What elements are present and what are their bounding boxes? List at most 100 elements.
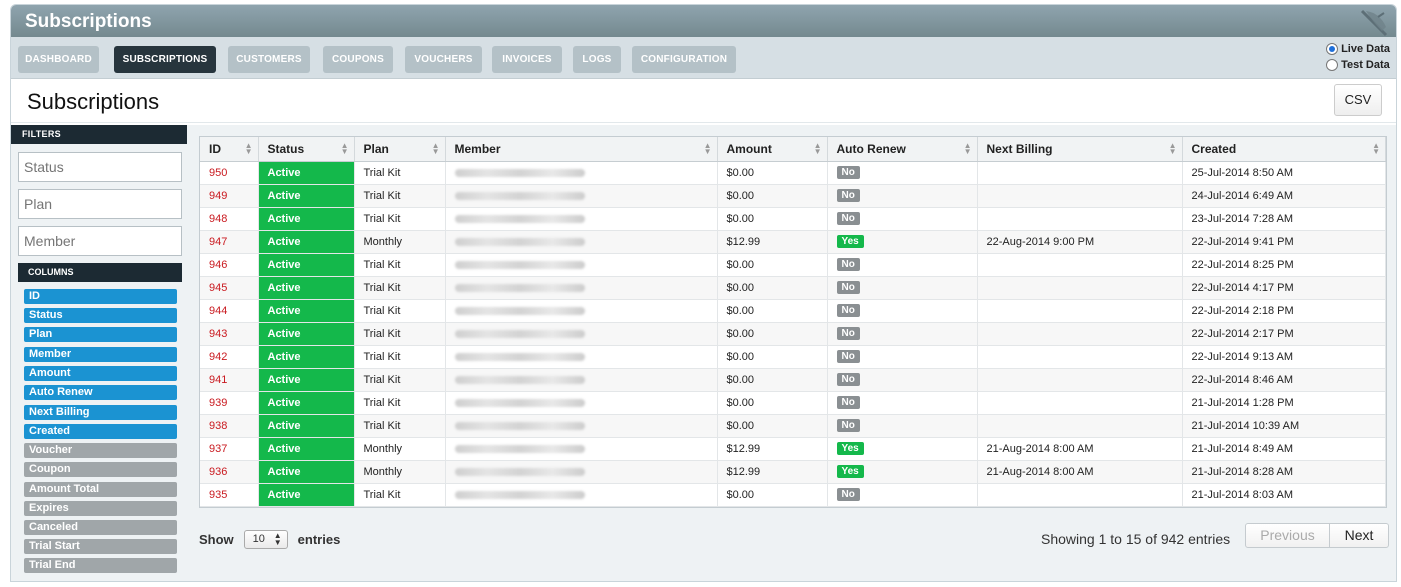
cell-plan: Trial Kit — [354, 414, 446, 438]
cell-id[interactable]: 950 — [200, 161, 259, 185]
table-row[interactable]: 941 Active Trial Kit $0.00 No 22-Jul-2014 8:4… — [200, 368, 1386, 392]
next-page-button[interactable]: Next — [1330, 524, 1388, 547]
cell-status: Active — [258, 276, 355, 300]
auto-renew-badge: No — [836, 373, 860, 386]
cell-id[interactable]: 947 — [200, 230, 259, 254]
cell-id[interactable]: 938 — [200, 414, 259, 438]
live-data-option[interactable]: Live Data — [1326, 41, 1390, 57]
header-status[interactable]: Status ▲ ▼ — [258, 137, 355, 162]
sort-icon: ▲ ▼ — [340, 141, 349, 156]
header-plan[interactable]: Plan ▲ ▼ — [354, 137, 446, 162]
header-next-billing[interactable]: Next Billing ▲ ▼ — [977, 137, 1183, 162]
cell-id[interactable]: 937 — [200, 437, 259, 461]
nav-customers[interactable]: CUSTOMERS — [228, 46, 310, 73]
redacted-email — [454, 306, 585, 315]
cell-amount: $0.00 — [717, 299, 828, 323]
cell-plan: Trial Kit — [354, 391, 446, 415]
page-length-control: Show 10 ▲ ▼ entries — [199, 530, 340, 549]
cell-auto-renew: No — [827, 368, 978, 392]
cell-id[interactable]: 949 — [200, 184, 259, 208]
table-row[interactable]: 945 Active Trial Kit $0.00 No 22-Jul-2014 4:1… — [200, 276, 1386, 300]
table-row[interactable]: 946 Active Trial Kit $0.00 No 22-Jul-2014 8:2… — [200, 253, 1386, 277]
cell-created: 24-Jul-2014 6:49 AM — [1182, 184, 1386, 208]
redacted-email — [454, 421, 585, 430]
column-toggle-trial-start[interactable]: Trial Start — [24, 539, 177, 554]
page-header: Subscriptions CSV — [11, 79, 1396, 123]
column-toggle-amount-total[interactable]: Amount Total — [24, 482, 177, 497]
table-row[interactable]: 944 Active Trial Kit $0.00 No 22-Jul-2014 2:1… — [200, 299, 1386, 323]
table-row[interactable]: 939 Active Trial Kit $0.00 No 21-Jul-2014 1:2… — [200, 391, 1386, 415]
cell-amount: $0.00 — [717, 253, 828, 277]
cell-id[interactable]: 936 — [200, 460, 259, 484]
nav-configuration[interactable]: CONFIGURATION — [632, 46, 736, 73]
table-row[interactable]: 936 Active Monthly $12.99 Yes 21-Aug-2014 8:0… — [200, 460, 1386, 484]
nav-subscriptions[interactable]: SUBSCRIPTIONS — [114, 46, 216, 73]
column-toggle-expires[interactable]: Expires — [24, 501, 177, 516]
cell-amount: $0.00 — [717, 368, 828, 392]
column-toggle-id[interactable]: ID — [24, 289, 177, 304]
select-arrows-icon: ▲ ▼ — [273, 531, 282, 547]
column-toggle-next-billing[interactable]: Next Billing — [24, 405, 177, 420]
nav-vouchers[interactable]: VOUCHERS — [405, 46, 482, 73]
table-row[interactable]: 947 Active Monthly $12.99 Yes 22-Aug-2014 9:0… — [200, 230, 1386, 254]
plan-filter-input[interactable] — [18, 189, 182, 219]
sort-icon: ▲ ▼ — [703, 141, 712, 156]
cell-status: Active — [258, 483, 355, 507]
test-data-option[interactable]: Test Data — [1326, 57, 1390, 73]
cell-member — [445, 460, 718, 484]
nav-coupons[interactable]: COUPONS — [323, 46, 393, 73]
auto-renew-badge: No — [836, 327, 860, 340]
cell-id[interactable]: 942 — [200, 345, 259, 369]
column-toggle-coupon[interactable]: Coupon — [24, 462, 177, 477]
header-created[interactable]: Created ▲ ▼ — [1182, 137, 1386, 162]
header-member[interactable]: Member ▲ ▼ — [445, 137, 718, 162]
cell-amount: $0.00 — [717, 276, 828, 300]
cell-status: Active — [258, 414, 355, 438]
column-toggle-status[interactable]: Status — [24, 308, 177, 323]
table-row[interactable]: 950 Active Trial Kit $0.00 No 25-Jul-2014 8:5… — [200, 161, 1386, 185]
cell-id[interactable]: 944 — [200, 299, 259, 323]
cell-id[interactable]: 939 — [200, 391, 259, 415]
previous-page-button[interactable]: Previous — [1246, 524, 1330, 547]
cell-id[interactable]: 946 — [200, 253, 259, 277]
column-toggle-trial-end[interactable]: Trial End — [24, 558, 177, 573]
cell-id[interactable]: 945 — [200, 276, 259, 300]
column-toggle-plan[interactable]: Plan — [24, 327, 177, 342]
cell-amount: $0.00 — [717, 207, 828, 231]
cell-id[interactable]: 948 — [200, 207, 259, 231]
column-toggle-voucher[interactable]: Voucher — [24, 443, 177, 458]
table-row[interactable]: 935 Active Trial Kit $0.00 No 21-Jul-2014 8:0… — [200, 483, 1386, 507]
entries-per-page-select[interactable]: 10 ▲ ▼ — [243, 530, 288, 549]
column-toggle-created[interactable]: Created — [24, 424, 177, 439]
column-toggle-member[interactable]: Member — [24, 347, 177, 362]
table-row[interactable]: 949 Active Trial Kit $0.00 No 24-Jul-2014 6:4… — [200, 184, 1386, 208]
test-data-radio[interactable] — [1326, 59, 1339, 71]
table-row[interactable]: 942 Active Trial Kit $0.00 No 22-Jul-2014 9:1… — [200, 345, 1386, 369]
header-auto-renew[interactable]: Auto Renew ▲ ▼ — [827, 137, 978, 162]
column-toggle-canceled[interactable]: Canceled — [24, 520, 177, 535]
table-body: 950 Active Trial Kit $0.00 No 25-Jul-2014 8:5… — [200, 161, 1386, 507]
member-filter-input[interactable] — [18, 226, 182, 256]
table-row[interactable]: 937 Active Monthly $12.99 Yes 21-Aug-2014 8:0… — [200, 437, 1386, 461]
nav-invoices[interactable]: INVOICES — [492, 46, 562, 73]
header-amount[interactable]: Amount ▲ ▼ — [717, 137, 828, 162]
cell-auto-renew: Yes — [827, 230, 978, 254]
live-data-radio[interactable] — [1326, 43, 1339, 55]
cell-id[interactable]: 941 — [200, 368, 259, 392]
table-row[interactable]: 938 Active Trial Kit $0.00 No 21-Jul-2014 10:… — [200, 414, 1386, 438]
main-nav: DASHBOARD SUBSCRIPTIONS CUSTOMERS COUPON… — [11, 37, 1396, 79]
cell-id[interactable]: 935 — [200, 483, 259, 507]
cell-status: Active — [258, 460, 355, 484]
nav-dashboard[interactable]: DASHBOARD — [18, 46, 99, 73]
table-row[interactable]: 943 Active Trial Kit $0.00 No 22-Jul-2014 2:1… — [200, 322, 1386, 346]
redacted-email — [454, 237, 585, 246]
table-row[interactable]: 948 Active Trial Kit $0.00 No 23-Jul-2014 7:2… — [200, 207, 1386, 231]
csv-export-button[interactable]: CSV — [1334, 84, 1382, 116]
cell-id[interactable]: 943 — [200, 322, 259, 346]
cell-auto-renew: No — [827, 299, 978, 323]
header-id[interactable]: ID ▲ ▼ — [200, 137, 259, 162]
status-filter-input[interactable] — [18, 152, 182, 182]
column-toggle-amount[interactable]: Amount — [24, 366, 177, 381]
nav-logs[interactable]: LOGS — [573, 46, 621, 73]
column-toggle-auto-renew[interactable]: Auto Renew — [24, 385, 177, 400]
